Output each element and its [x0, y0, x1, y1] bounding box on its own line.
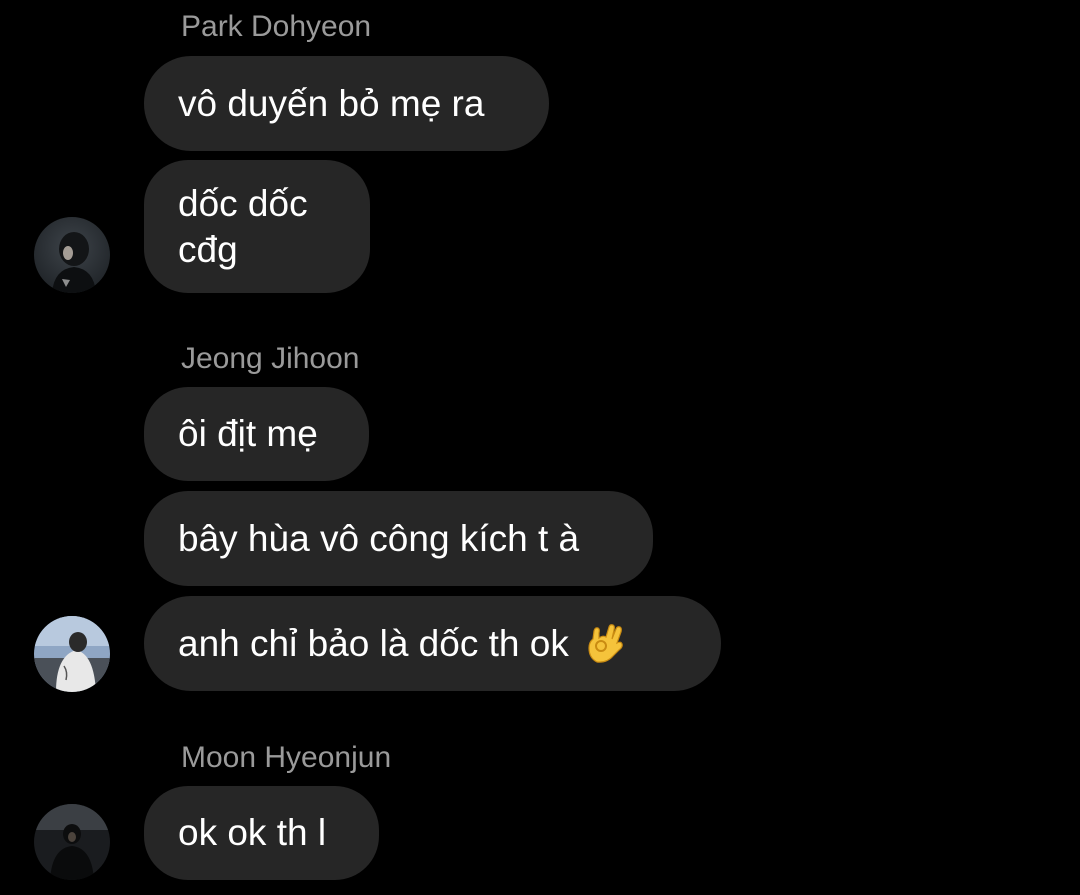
avatar-jeong-jihoon-icon — [34, 616, 110, 692]
message-bubble[interactable]: ôi địt mẹ — [144, 387, 369, 481]
message-text: bây hùa vô công kích t à — [178, 517, 580, 559]
message-bubble[interactable]: vô duyến bỏ mẹ ra — [144, 56, 549, 151]
avatar-moon-hyeonjun-icon — [34, 804, 110, 880]
message-bubble[interactable]: dốc dốc cđg — [144, 160, 370, 293]
sender-name: Park Dohyeon — [181, 10, 372, 43]
message-text: cđg — [178, 228, 238, 270]
avatar-park-dohyeon-icon — [34, 217, 110, 293]
message-text: ok ok th l — [178, 812, 327, 853]
avatar[interactable] — [34, 217, 110, 293]
sender-name: Moon Hyeonjun — [181, 741, 392, 774]
sender-name: Jeong Jihoon — [181, 342, 360, 375]
message-text: dốc dốc — [178, 182, 308, 224]
avatar[interactable] — [34, 804, 110, 880]
message-text: ôi địt mẹ — [178, 413, 318, 454]
message-text: anh chỉ bảo là dốc th ok — [178, 622, 569, 664]
message-text: vô duyến bỏ mẹ ra — [178, 82, 485, 124]
message-bubble[interactable]: bây hùa vô công kích t à — [144, 491, 653, 586]
ok-hand-icon — [583, 622, 627, 666]
message-bubble[interactable]: anh chỉ bảo là dốc th ok — [144, 596, 721, 691]
avatar[interactable] — [34, 616, 110, 692]
message-bubble[interactable]: ok ok th l — [144, 786, 379, 880]
